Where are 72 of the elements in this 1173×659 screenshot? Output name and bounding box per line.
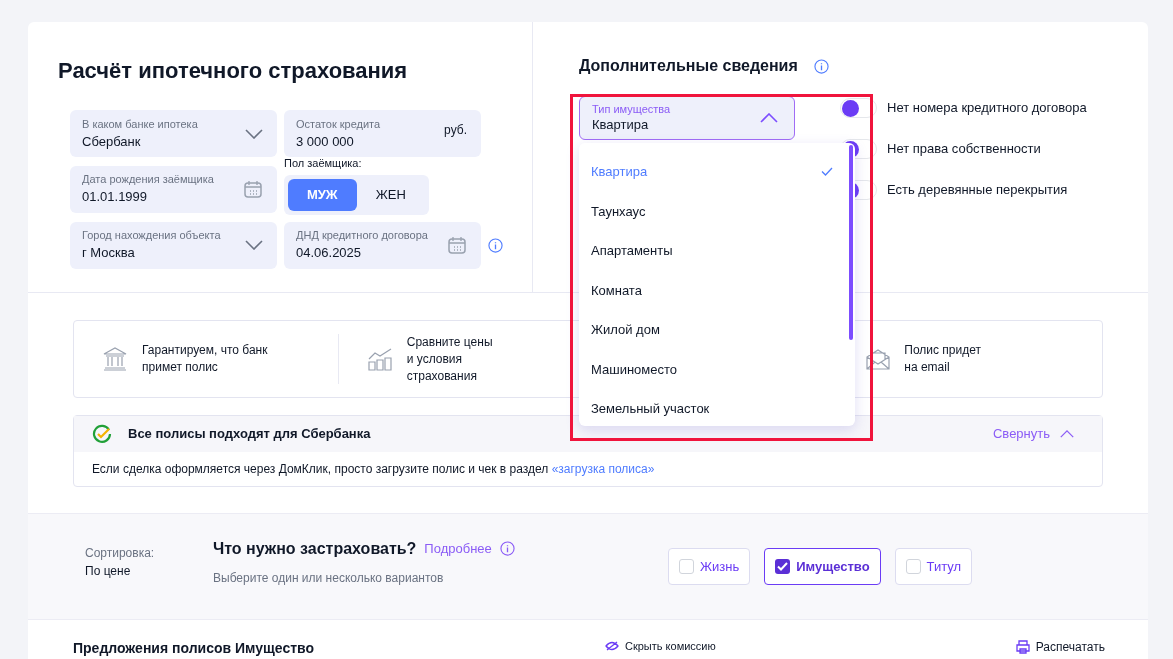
scrollbar-thumb[interactable]: [849, 145, 853, 340]
field-value: 01.01.1999: [82, 188, 149, 207]
field-label: Пол заёмщика:: [284, 156, 363, 171]
insurance-option[interactable]: Титул: [894, 548, 973, 585]
select-field[interactable]: Город нахождения объекта г Москва: [70, 221, 277, 269]
feature-text: Сравните цены и условия страхования: [406, 333, 493, 385]
info-icon[interactable]: [813, 58, 829, 74]
envelope-icon: [866, 348, 891, 370]
insurance-option[interactable]: Жизнь: [668, 548, 751, 585]
input-field[interactable]: Дата рождения заёмщика 01.01.1999: [70, 165, 277, 213]
bank-icon: [102, 347, 128, 371]
chevron-icon: [1060, 429, 1074, 439]
field-value: Квартира: [592, 116, 650, 134]
dropdown-option[interactable]: Жилой дом: [591, 310, 849, 350]
dropdown-option[interactable]: Земельный участок: [591, 389, 849, 429]
hint-text: Выберите один или несколько вариантов: [213, 569, 445, 587]
field-label: Остаток кредита: [296, 116, 381, 131]
eye-off-icon: [605, 641, 619, 652]
field-label: Тип имущества: [592, 102, 671, 116]
checkbox: [679, 559, 694, 574]
field-value: 04.06.2025: [296, 244, 363, 262]
dropdown-option[interactable]: Машиноместо: [591, 349, 849, 389]
dropdown-option[interactable]: Таунхаус: [591, 191, 849, 231]
info-icon[interactable]: [488, 237, 503, 253]
feature-text: Полис придет на email: [904, 342, 981, 376]
sort-label: Сортировка:: [85, 544, 156, 562]
print-button[interactable]: Распечатать: [1015, 638, 1105, 656]
input-field[interactable]: ДНД кредитного договора 04.06.2025: [284, 221, 481, 269]
hide-commission-button[interactable]: Скрыть комиссию: [605, 638, 716, 655]
checkbox: [775, 559, 791, 574]
offers-title: Предложения полисов Имущество: [73, 639, 316, 658]
select-field[interactable]: В каком банке ипотека Сбербанк: [70, 110, 277, 157]
toggle-label: Нет номера кредитного договора: [887, 99, 1087, 118]
section-title: Дополнительные сведения: [579, 56, 798, 76]
checkbox: [905, 559, 921, 574]
chevron-icon: [245, 240, 263, 250]
notice-title: Все полисы подходят для Сбербанка: [128, 425, 371, 444]
field-label: Дата рождения заёмщика: [82, 172, 214, 187]
sort-value[interactable]: По цене: [85, 561, 213, 580]
check-circle-icon: [92, 424, 112, 444]
toggle-label: Есть деревянные перекрытия: [887, 181, 1068, 200]
chevron-icon: [245, 128, 263, 139]
collapse-button[interactable]: Свернуть: [993, 424, 1074, 444]
info-icon[interactable]: [499, 541, 515, 556]
chart-icon: [366, 347, 393, 371]
dropdown-option[interactable]: Квартира: [591, 152, 849, 192]
printer-icon: [1015, 640, 1030, 654]
field-label: В каком банке ипотека: [82, 116, 198, 131]
unit-label: руб.: [444, 121, 467, 139]
page-title: Расчёт ипотечного страхования: [58, 57, 409, 85]
question-title: Что нужно застраховать?: [213, 538, 417, 559]
gender-option[interactable]: ЖЕН: [356, 178, 425, 211]
field-label: ДНД кредитного договора: [296, 228, 428, 242]
gender-option[interactable]: МУЖ: [288, 178, 357, 211]
calendar-icon: [243, 179, 263, 200]
upload-link[interactable]: «загрузка полиса»: [551, 462, 655, 476]
chevron-icon: [760, 113, 778, 123]
feature-text: Гарантируем, что банк примет полис: [142, 342, 268, 376]
toggle-label: Нет права собственности: [887, 140, 1041, 159]
dropdown-option[interactable]: Комната: [591, 270, 849, 310]
input-field[interactable]: Остаток кредита 3 000 000 руб.: [284, 110, 481, 157]
field-value: г Москва: [82, 244, 136, 262]
field-value: Сбербанк: [82, 132, 142, 151]
select-field[interactable]: Тип имущества Квартира: [579, 96, 795, 140]
calendar-icon: [447, 235, 467, 255]
insurance-option[interactable]: Имущество: [764, 548, 881, 585]
field-label: Город нахождения объекта: [82, 228, 221, 242]
dropdown-option[interactable]: Апартаменты: [591, 231, 849, 271]
more-link[interactable]: Подробнее: [424, 538, 492, 559]
check-icon: [821, 167, 833, 177]
field-value: 3 000 000: [296, 132, 355, 151]
notice-text: Если сделка оформляется через ДомКлик, просто загрузите полис и чек в раздел «загрузка полиса»: [91, 461, 656, 478]
